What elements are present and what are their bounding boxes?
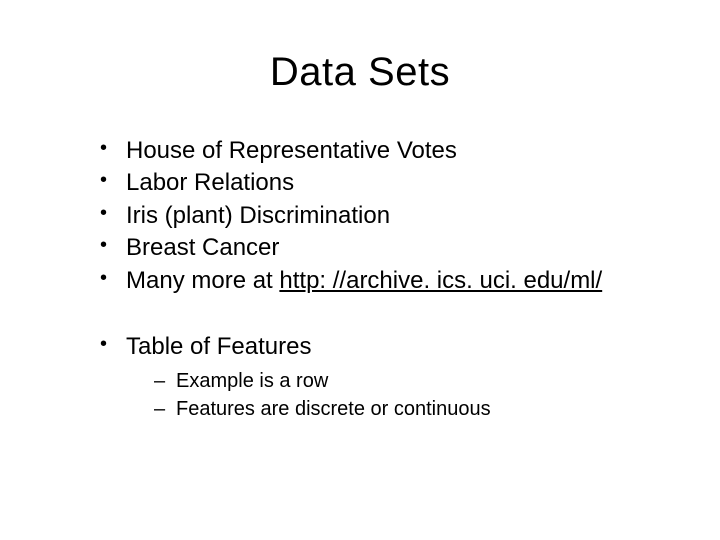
bullet-list-2: Table of Features Example is a row Featu… <box>100 331 660 423</box>
list-item: House of Representative Votes <box>100 135 660 167</box>
list-item: Iris (plant) Discrimination <box>100 200 660 232</box>
bullet-list: House of Representative Votes Labor Rela… <box>100 135 660 297</box>
list-item: Breast Cancer <box>100 232 660 264</box>
list-item-text: Table of Features <box>126 333 311 360</box>
slide-title: Data Sets <box>60 50 660 95</box>
list-item: Labor Relations <box>100 167 660 199</box>
list-item-text: Many more at <box>126 267 279 294</box>
archive-link[interactable]: http: //archive. ics. uci. edu/ml/ <box>279 267 602 294</box>
spacer <box>60 297 660 331</box>
sub-list-item: Features are discrete or continuous <box>154 395 660 423</box>
sub-list-item: Example is a row <box>154 367 660 395</box>
list-item: Table of Features Example is a row Featu… <box>100 331 660 423</box>
sub-list: Example is a row Features are discrete o… <box>154 367 660 423</box>
slide: Data Sets House of Representative Votes … <box>0 0 720 540</box>
list-item: Many more at http: //archive. ics. uci. … <box>100 265 660 297</box>
